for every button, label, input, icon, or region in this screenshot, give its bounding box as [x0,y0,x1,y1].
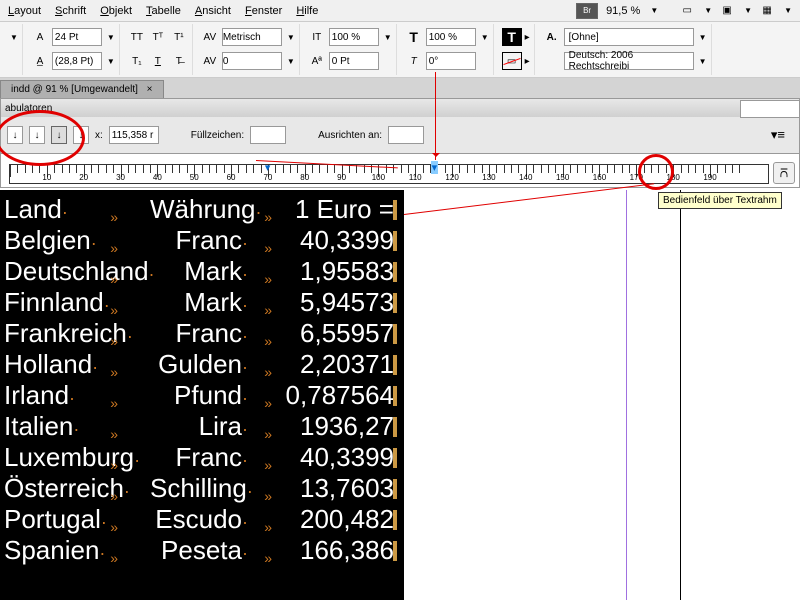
fill-input[interactable] [250,126,286,144]
kerning-input[interactable] [222,28,282,46]
table-row: Luxemburg·»Franc·»40,3399 [4,442,404,473]
leading-input[interactable] [52,52,102,70]
zoom-value[interactable]: 91,5 % [604,5,642,17]
x-label: x: [95,130,103,141]
view-mode-icon[interactable]: ▭ [678,2,696,20]
control-panel: ▼ A ▼ A̲ ▼ TT Tᵀ T¹ T₁ T T̶ AV ▼ AV ▼ [0,22,800,78]
table-row: Spanien·»Peseta·»166,386 [4,535,404,566]
menu-layout[interactable]: Layout [8,5,41,17]
table-row: Österreich·»Schilling·»13,7603 [4,473,404,504]
vscale-icon: IT [308,28,326,46]
menu-objekt[interactable]: Objekt [100,5,132,17]
strikethrough-icon[interactable]: T̶ [170,52,188,70]
stroke-icon[interactable]: ▭ [502,52,522,70]
bridge-icon[interactable]: Br [576,3,598,19]
tab-align-right-icon[interactable]: ↓ [51,126,67,144]
lang-icon [543,52,561,70]
tab-align-decimal-icon[interactable]: ↓ [73,126,89,144]
vscale-input[interactable] [329,28,379,46]
menu-schrift[interactable]: Schrift [55,5,86,17]
table-row: Finnland·»Mark·»5,94573 [4,287,404,318]
panel-title: abulatoren [5,103,52,114]
charstyle-icon: A. [543,28,561,46]
annotation-arrow [435,72,436,160]
margin-guide [626,190,627,600]
baseline-icon: Aª [308,52,326,70]
menubar: Layout Schrift Objekt Tabelle Ansicht Fe… [0,0,800,22]
leading-icon: A̲ [31,52,49,70]
menu-ansicht[interactable]: Ansicht [195,5,231,17]
screen-mode-icon[interactable]: ▣ [718,2,736,20]
arrange-icon[interactable]: ▦ [758,2,776,20]
fill-icon[interactable]: T [502,28,522,46]
skew-icon: T [405,52,423,70]
table-row: Irland·»Pfund·»0,787564 [4,380,404,411]
baseline-input[interactable] [329,52,379,70]
panel-menu-icon[interactable]: ▾≡ [771,127,793,143]
text-frame[interactable]: Land·»Währung·»1 Euro =Belgien·»Franc·»4… [0,190,404,600]
skew-input[interactable] [426,52,476,70]
document-tab-bar: indd @ 91 % [Umgewandelt] × [0,78,800,98]
menu-fenster[interactable]: Fenster [245,5,282,17]
table-row: Frankreich·»Franc·»6,55957 [4,318,404,349]
close-tab-icon[interactable]: × [147,84,153,95]
allcaps-icon[interactable]: TT [128,28,146,46]
char-style-select[interactable]: [Ohne] [564,28,694,46]
kerning-icon: AV [201,28,219,46]
align-input[interactable] [388,126,424,144]
table-row: Holland·»Gulden·»2,20371 [4,349,404,380]
tooltip: Bedienfeld über Textrahm [658,192,782,209]
table-row: Italien·»Lira·»1936,27 [4,411,404,442]
subscript-icon[interactable]: T₁ [128,52,146,70]
smallcaps-icon[interactable]: Tᵀ [149,28,167,46]
table-row: Deutschland·»Mark·»1,95583 [4,256,404,287]
tab-ruler[interactable]: 1020304050607080901001101201301401501601… [1,153,799,187]
zoom-dropdown-icon[interactable]: ▼ [650,6,658,15]
align-label: Ausrichten an: [318,130,382,141]
underline-icon[interactable]: T [149,52,167,70]
fill-label: Füllzeichen: [191,130,244,141]
tabulator-panel: abulatoren × ↓ ↓ ↓ ↓ x: Füllzeichen: Aus… [0,98,800,188]
hscale-input[interactable] [426,28,476,46]
tab-align-center-icon[interactable]: ↓ [29,126,45,144]
menu-tabelle[interactable]: Tabelle [146,5,181,17]
tab-title: indd @ 91 % [Umgewandelt] [11,84,138,95]
superscript-icon[interactable]: T¹ [170,28,188,46]
x-input[interactable] [109,126,159,144]
table-row: Belgien·»Franc·»40,3399 [4,225,404,256]
document-tab[interactable]: indd @ 91 % [Umgewandelt] × [0,80,164,98]
font-size-input[interactable] [52,28,102,46]
font-size-icon: A [31,28,49,46]
menu-hilfe[interactable]: Hilfe [296,5,318,17]
table-row: Portugal·»Escudo·»200,482 [4,504,404,535]
document-ruler-horizontal [740,100,800,118]
tracking-input[interactable] [222,52,282,70]
tracking-icon: AV [201,52,219,70]
snap-to-frame-icon[interactable]: ⩃ [773,162,795,184]
language-select[interactable]: Deutsch: 2006 Rechtschreibi [564,52,694,70]
tab-align-left-icon[interactable]: ↓ [7,126,23,144]
hscale-icon: T [405,28,423,46]
page-edge [680,190,681,600]
table-row: Land·»Währung·»1 Euro = [4,194,404,225]
